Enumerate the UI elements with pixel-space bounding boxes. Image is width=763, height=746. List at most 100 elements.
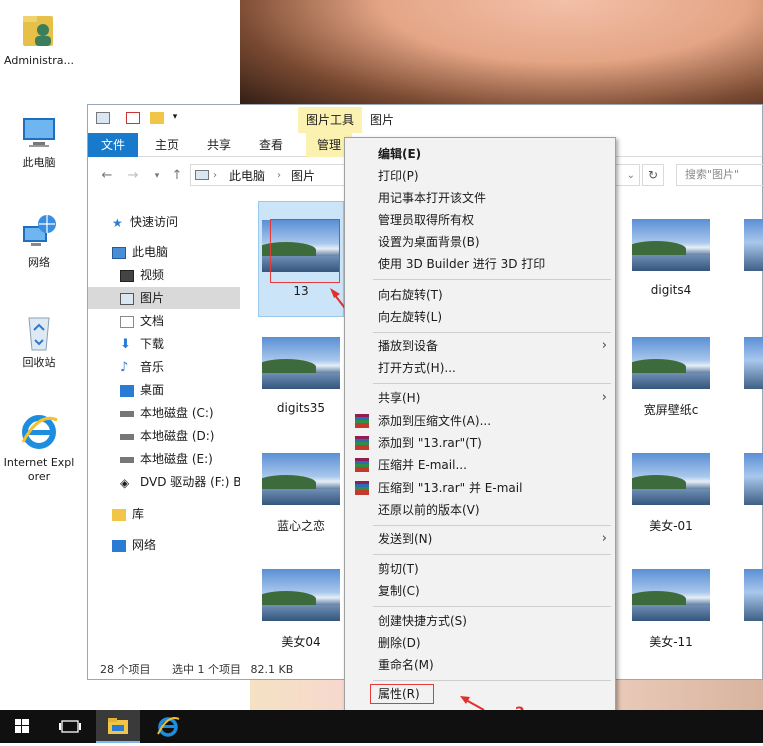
dvd-icon: ◈ [120, 475, 130, 490]
location-icon [195, 170, 209, 180]
menu-item-take-ownership[interactable]: 管理员取得所有权 [345, 209, 615, 231]
address-dropdown-icon[interactable]: ⌄ [627, 167, 635, 185]
forward-arrow-icon[interactable]: → [124, 167, 142, 185]
tab-view[interactable]: 查看 [248, 133, 294, 157]
contextual-tab-group: 图片工具 [298, 107, 362, 133]
nav-item-label: 库 [132, 507, 145, 521]
tab-share[interactable]: 共享 [196, 133, 242, 157]
desktop-icon-administrator[interactable]: Administra... [2, 10, 76, 68]
task-view-icon [59, 720, 81, 733]
refresh-icon[interactable]: ↻ [642, 164, 664, 186]
taskbar [0, 710, 763, 743]
task-view-button[interactable] [48, 710, 92, 743]
file-name: 宽屏壁纸c [643, 403, 699, 417]
menu-item-compress-email[interactable]: 压缩并 E-mail... [345, 454, 615, 476]
menu-item-edit[interactable]: 编辑(E) [345, 143, 615, 165]
nav-item-videos[interactable]: 视频 [120, 264, 164, 286]
file-item-meinv-11[interactable]: 美女-11 [628, 569, 714, 650]
chevron-right-icon: › [601, 390, 607, 405]
file-explorer-taskbar-button[interactable] [96, 710, 140, 743]
status-bar: 28 个项目 选中 1 个项目 82.1 KB [100, 661, 293, 679]
tab-file[interactable]: 文件 [88, 133, 138, 157]
desktop-icon [120, 384, 134, 397]
menu-item-label: 播放到设备 [378, 339, 439, 353]
menu-item-share[interactable]: 共享(H) › [345, 387, 615, 409]
file-item-meinv04[interactable]: 美女04 [258, 569, 344, 650]
nav-item-documents[interactable]: 文档 [120, 310, 164, 332]
network-icon [112, 539, 126, 552]
file-item-meinv-01[interactable]: 美女-01 [628, 453, 714, 534]
wallpaper-photo [240, 0, 763, 110]
back-arrow-icon[interactable]: ← [98, 167, 116, 185]
recent-locations-icon[interactable]: ▾ [148, 167, 166, 185]
start-button[interactable] [0, 710, 44, 743]
menu-separator [373, 525, 611, 526]
desktop-icon-this-pc[interactable]: 此电脑 [2, 112, 76, 170]
file-item-lanxin[interactable]: 蓝心之恋 [258, 453, 344, 534]
file-name: 美女04 [281, 635, 321, 649]
menu-item-add-to-archive[interactable]: 添加到压缩文件(A)... [345, 410, 615, 432]
nav-item-label: DVD 驱动器 (F:) Bo [140, 475, 240, 489]
user-folder-icon [19, 10, 59, 50]
file-item-digits35[interactable]: digits35 [258, 337, 344, 415]
menu-item-add-to-13-rar[interactable]: 添加到 "13.rar"(T) [345, 432, 615, 454]
star-icon: ★ [112, 215, 123, 230]
nav-item-music[interactable]: ♪ 音乐 [120, 356, 164, 378]
menu-item-open-notepad[interactable]: 用记事本打开该文件 [345, 187, 615, 209]
nav-item-libraries[interactable]: 库 [112, 503, 144, 525]
menu-item-send-to[interactable]: 发送到(N) › [345, 528, 615, 550]
winrar-icon [355, 458, 369, 472]
menu-separator [373, 332, 611, 333]
image-thumbnail [632, 453, 710, 505]
menu-item-open-with[interactable]: 打开方式(H)... [345, 357, 615, 379]
nav-item-dvd-drive[interactable]: ◈ DVD 驱动器 (F:) Bo [120, 471, 240, 493]
nav-item-this-pc[interactable]: 此电脑 [112, 241, 168, 263]
menu-item-print[interactable]: 打印(P) [345, 165, 615, 187]
nav-item-desktop[interactable]: 桌面 [120, 379, 164, 401]
menu-item-rotate-left[interactable]: 向左旋转(L) [345, 306, 615, 328]
window-menu-icon[interactable] [96, 112, 110, 124]
nav-item-pictures[interactable]: 图片 [88, 287, 240, 309]
properties-quick-icon[interactable] [126, 112, 140, 124]
menu-item-create-shortcut[interactable]: 创建快捷方式(S) [345, 610, 615, 632]
menu-item-rotate-right[interactable]: 向右旋转(T) [345, 284, 615, 306]
nav-item-network[interactable]: 网络 [112, 534, 156, 556]
chevron-down-icon[interactable]: ▾ [170, 112, 180, 124]
menu-item-cut[interactable]: 剪切(T) [345, 558, 615, 580]
highlight-frame [270, 219, 340, 283]
up-arrow-icon[interactable]: ↑ [168, 167, 186, 185]
menu-item-compress-13-email[interactable]: 压缩到 "13.rar" 并 E-mail [345, 477, 615, 499]
nav-item-downloads[interactable]: ⬇ 下载 [120, 333, 164, 355]
chevron-right-icon: › [601, 338, 607, 353]
tab-home[interactable]: 主页 [144, 133, 190, 157]
menu-item-label: 压缩到 "13.rar" 并 E-mail [378, 481, 523, 495]
desktop-icon-internet-explorer[interactable]: Internet Explorer [2, 412, 76, 484]
menu-item-3d-print[interactable]: 使用 3D Builder 进行 3D 打印 [345, 253, 615, 275]
menu-item-restore-versions[interactable]: 还原以前的版本(V) [345, 499, 615, 521]
image-thumbnail [632, 337, 710, 389]
nav-item-quick-access[interactable]: ★ 快速访问 [112, 211, 178, 233]
menu-item-delete[interactable]: 删除(D) [345, 632, 615, 654]
menu-item-set-wallpaper[interactable]: 设置为桌面背景(B) [345, 231, 615, 253]
nav-item-drive-c[interactable]: 本地磁盘 (C:) [120, 402, 214, 424]
file-item-digits4[interactable]: digits4 [628, 219, 714, 297]
breadcrumb-this-pc[interactable]: 此电脑 [229, 167, 265, 185]
chevron-right-icon: › [601, 531, 607, 546]
internet-explorer-taskbar-button[interactable] [146, 710, 190, 743]
document-icon [120, 315, 134, 328]
search-input[interactable]: 搜索"图片" [676, 164, 763, 186]
desktop-icon-network[interactable]: 网络 [2, 212, 76, 270]
nav-item-label: 本地磁盘 (E:) [140, 452, 213, 466]
desktop-icon-label: 回收站 [22, 356, 56, 369]
music-icon: ♪ [120, 359, 129, 375]
file-item-widescreen[interactable]: 宽屏壁纸c [628, 337, 714, 418]
computer-icon [112, 246, 126, 259]
nav-item-drive-e[interactable]: 本地磁盘 (E:) [120, 448, 213, 470]
menu-item-cast-to-device[interactable]: 播放到设备 › [345, 335, 615, 357]
menu-item-copy[interactable]: 复制(C) [345, 580, 615, 602]
menu-item-rename[interactable]: 重命名(M) [345, 654, 615, 676]
breadcrumb-pictures[interactable]: 图片 [291, 167, 315, 185]
desktop-icon-recycle-bin[interactable]: 回收站 [2, 312, 76, 370]
new-folder-quick-icon[interactable] [150, 112, 164, 124]
nav-item-drive-d[interactable]: 本地磁盘 (D:) [120, 425, 214, 447]
